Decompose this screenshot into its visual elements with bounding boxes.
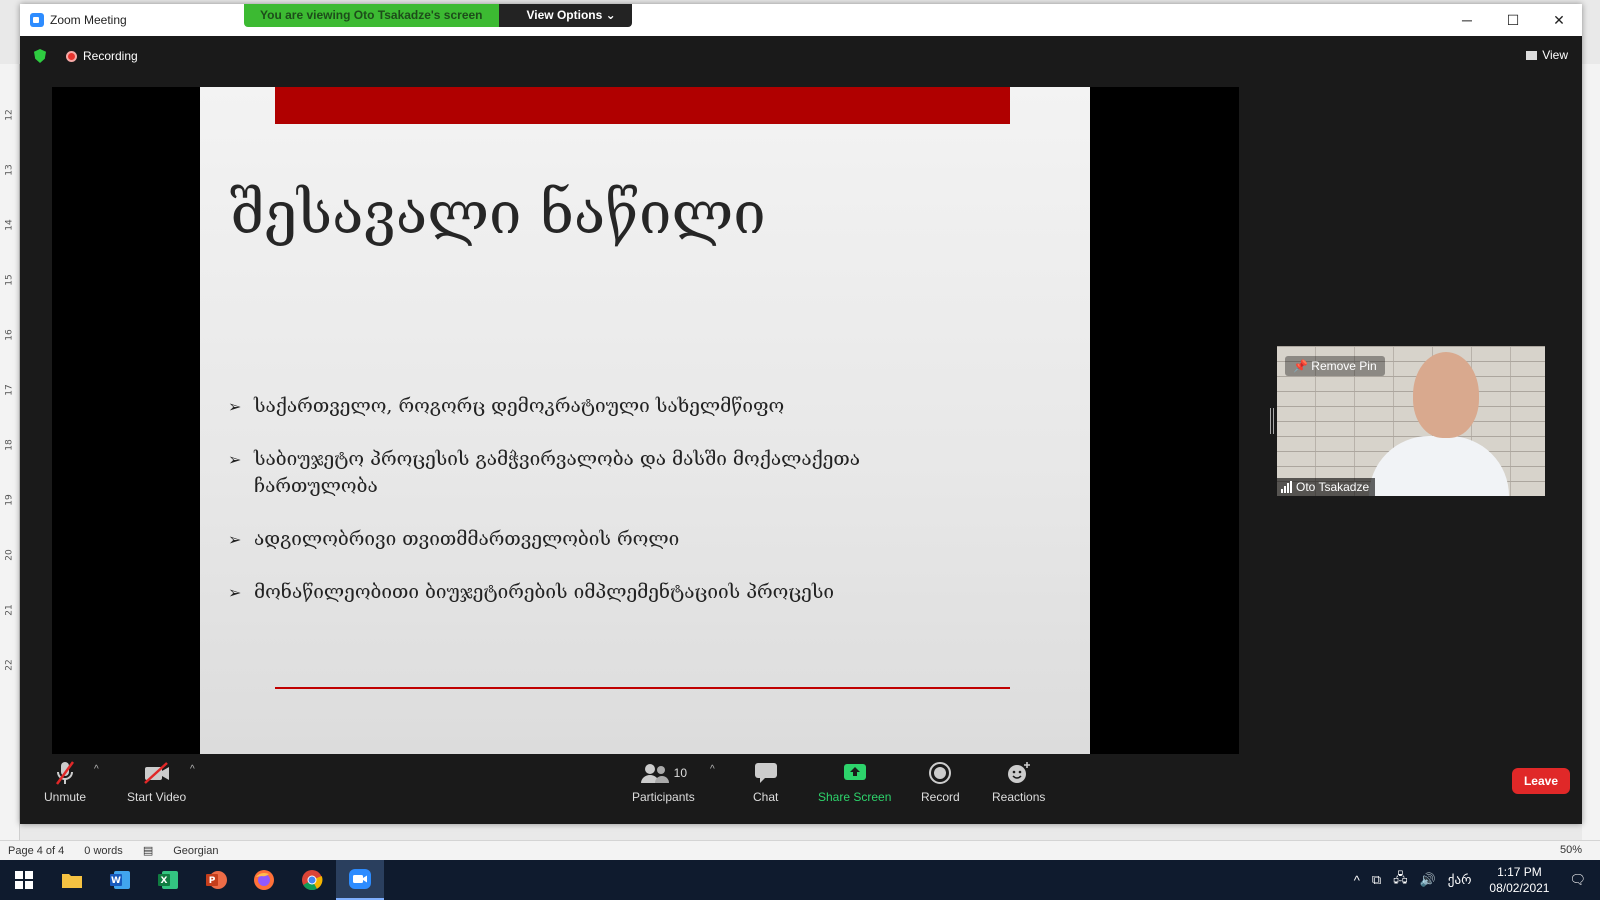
zoom-taskbar-icon[interactable]	[336, 860, 384, 900]
word-status-bar: Page 4 of 4 0 words ▤ Georgian 50%	[0, 840, 1600, 860]
ruler-number: 22	[4, 659, 15, 671]
grid-icon	[1526, 50, 1538, 60]
zoom-app-icon	[30, 13, 44, 27]
minimize-button[interactable]: ─	[1444, 4, 1490, 36]
ruler-number: 12	[4, 109, 15, 121]
signal-strength-icon	[1281, 481, 1292, 493]
view-options-button[interactable]: View Options ⌄	[498, 4, 632, 27]
recording-icon	[66, 50, 77, 62]
reactions-button[interactable]: Reactions	[992, 760, 1045, 804]
time: 1:17 PM	[1497, 865, 1542, 879]
svg-text:X: X	[161, 876, 168, 886]
participants-icon: 10	[640, 760, 687, 786]
zoom-meeting-window: Zoom Meeting ─ ☐ ✕ You are viewing Oto T…	[20, 4, 1582, 824]
slide-bottom-line	[275, 687, 1010, 689]
bullet-arrow-icon: ➢	[228, 397, 242, 416]
slide-bullets: ➢ საქართველო, როგორც დემოკრატიული სახელმ…	[228, 393, 868, 632]
slide-top-bar	[275, 87, 1010, 124]
chrome-icon[interactable]	[288, 860, 336, 900]
reactions-emoji-icon	[1006, 760, 1032, 786]
date: 08/02/2021	[1489, 881, 1550, 895]
notifications-icon[interactable]: 🗨	[1569, 872, 1586, 888]
share-screen-button[interactable]: Share Screen	[818, 760, 891, 804]
shared-screen: შესავალი ნაწილი ➢ საქართველო, როგორც დემ…	[52, 87, 1239, 754]
recording-label: Recording	[83, 49, 138, 63]
slide-title: შესავალი ნაწილი	[230, 179, 766, 247]
language-indicator[interactable]: Georgian	[173, 845, 218, 857]
firefox-icon[interactable]	[240, 860, 288, 900]
ruler-number: 13	[4, 164, 15, 176]
word-scrollbar[interactable]	[1582, 64, 1600, 844]
network-icon[interactable]: 🖧	[1393, 869, 1408, 891]
windows-logo-icon	[15, 871, 33, 889]
leave-button[interactable]: Leave	[1511, 768, 1570, 794]
bullet-arrow-icon: ➢	[228, 583, 242, 602]
ruler-number: 15	[4, 274, 15, 286]
excel-icon[interactable]: X	[144, 860, 192, 900]
record-icon	[928, 760, 952, 786]
viewing-screen-label: You are viewing Oto Tsakadze's screen	[244, 4, 499, 27]
svg-text:W: W	[111, 876, 121, 886]
acrobat-tray-icon[interactable]: ⧉	[1372, 872, 1381, 888]
powerpoint-icon[interactable]: P	[192, 860, 240, 900]
view-button[interactable]: View	[1526, 48, 1568, 62]
window-controls: ─ ☐ ✕	[1444, 4, 1582, 36]
ruler-number: 17	[4, 384, 15, 396]
page-count[interactable]: Page 4 of 4	[8, 845, 64, 857]
slide-bullet: ➢ საბიუჯეტო პროცესის გამჭვირვალობა და მა…	[228, 446, 868, 500]
windows-taskbar: W X P ^ ⧉ 🖧 🔊 ქარ 1:17 PM 08/02/2021 🗨	[0, 860, 1600, 900]
maximize-button[interactable]: ☐	[1490, 4, 1536, 36]
volume-icon[interactable]: 🔊	[1420, 872, 1436, 888]
presentation-slide: შესავალი ნაწილი ➢ საქართველო, როგორც დემ…	[200, 87, 1090, 754]
show-hidden-icons-icon[interactable]: ^	[1354, 873, 1360, 888]
zoom-level[interactable]: 50%	[1560, 844, 1582, 856]
ruler-number: 16	[4, 329, 15, 341]
participant-video-tile[interactable]: 📌 Remove Pin Oto Tsakadze	[1277, 346, 1545, 496]
input-language[interactable]: ქარ	[1448, 872, 1472, 888]
chat-button[interactable]: Chat	[753, 760, 778, 804]
ruler-number: 21	[4, 604, 15, 616]
share-screen-icon	[843, 760, 867, 786]
participants-button[interactable]: 10 Participants	[632, 760, 695, 804]
share-banner: You are viewing Oto Tsakadze's screen Vi…	[244, 4, 632, 27]
encryption-shield-icon[interactable]	[34, 49, 46, 63]
participant-name-tag: Oto Tsakadze	[1277, 478, 1376, 496]
video-off-icon	[143, 760, 171, 786]
word-count[interactable]: 0 words	[84, 845, 123, 857]
window-title: Zoom Meeting	[50, 13, 127, 27]
ruler-number: 20	[4, 549, 15, 561]
ruler-number: 18	[4, 439, 15, 451]
bullet-arrow-icon: ➢	[228, 450, 242, 469]
chat-bubble-icon	[754, 760, 778, 786]
slide-bullet: ➢ საქართველო, როგორც დემოკრატიული სახელმ…	[228, 393, 868, 420]
close-button[interactable]: ✕	[1536, 4, 1582, 36]
participant-count: 10	[673, 766, 688, 780]
record-button[interactable]: Record	[921, 760, 960, 804]
file-explorer-icon[interactable]	[48, 860, 96, 900]
pane-resize-handle[interactable]	[1270, 408, 1274, 434]
clock[interactable]: 1:17 PM 08/02/2021	[1489, 864, 1549, 896]
participants-caret-icon[interactable]: ^	[710, 764, 715, 775]
video-options-caret-icon[interactable]: ^	[190, 764, 195, 775]
bullet-arrow-icon: ➢	[228, 530, 242, 549]
muted-microphone-icon	[54, 760, 76, 786]
meeting-toolbar: Unmute ^ Start Video ^ 10 Participants ^…	[20, 754, 1582, 814]
slide-bullet: ➢ მონაწილეობითი ბიუჯეტირების იმპლემენტაც…	[228, 579, 868, 606]
remove-pin-button[interactable]: 📌 Remove Pin	[1285, 356, 1385, 376]
unmute-button[interactable]: Unmute	[44, 760, 86, 804]
audio-options-caret-icon[interactable]: ^	[94, 764, 99, 775]
meeting-top-bar: Recording View	[20, 36, 1582, 76]
start-button[interactable]	[0, 860, 48, 900]
svg-text:P: P	[209, 876, 216, 886]
participant-head	[1413, 352, 1479, 438]
proofing-icon[interactable]: ▤	[143, 844, 153, 857]
system-tray: ^ ⧉ 🖧 🔊 ქარ 1:17 PM 08/02/2021 🗨	[1348, 860, 1600, 900]
start-video-button[interactable]: Start Video	[127, 760, 186, 804]
word-vertical-ruler: 12 13 14 15 16 17 18 19 20 21 22	[0, 64, 20, 844]
ruler-number: 14	[4, 219, 15, 231]
word-icon[interactable]: W	[96, 860, 144, 900]
ruler-number: 19	[4, 494, 15, 506]
slide-bullet: ➢ ადგილობრივი თვითმმართველობის როლი	[228, 526, 868, 553]
